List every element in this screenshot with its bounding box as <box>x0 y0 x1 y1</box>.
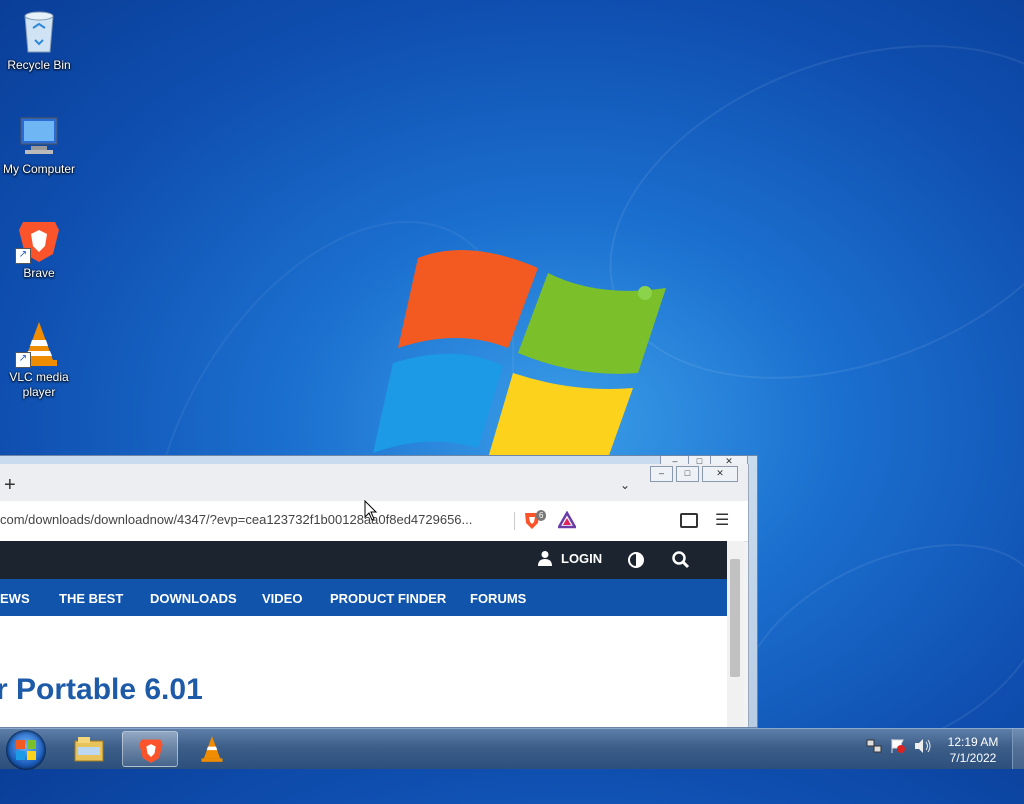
nav-item-the-best[interactable]: THE BEST <box>59 591 123 606</box>
vlc-icon <box>201 736 223 762</box>
volume-icon[interactable] <box>914 738 932 754</box>
desktop-icon-label: Recycle Bin <box>7 58 71 72</box>
taskbar-brave[interactable] <box>122 731 178 767</box>
search-icon[interactable] <box>672 551 690 569</box>
windows-logo <box>373 250 666 458</box>
login-link[interactable]: LOGIN <box>561 551 602 566</box>
nav-item-downloads[interactable]: DOWNLOADS <box>150 591 237 606</box>
menu-icon[interactable]: ☰ <box>715 510 729 530</box>
recycle-bin-icon <box>15 8 63 56</box>
start-button[interactable] <box>6 730 46 770</box>
network-icon[interactable] <box>866 738 882 754</box>
page-title: r Portable 6.01 <box>0 673 203 706</box>
wallet-icon[interactable] <box>680 513 698 528</box>
folder-icon <box>74 737 104 762</box>
desktop-icon-label: Brave <box>23 266 55 280</box>
show-desktop-button[interactable] <box>1012 729 1024 769</box>
browser-window[interactable]: – □ ✕ + ⌄ – □ ✕ com/downloads/downloadno… <box>0 455 758 728</box>
scrollbar[interactable] <box>727 541 744 727</box>
desktop-icon-recycle-bin[interactable]: Recycle Bin <box>1 8 77 73</box>
address-separator <box>514 512 515 530</box>
minimize-button[interactable]: – <box>650 466 673 482</box>
tab-search-chevron-icon[interactable]: ⌄ <box>620 478 630 492</box>
clock[interactable]: 12:19 AM 7/1/2022 <box>938 734 1008 766</box>
site-header: LOGIN <box>0 541 727 579</box>
desktop-icon-brave[interactable]: ↗ Brave <box>1 216 77 281</box>
page-body: r Portable 6.01 <box>0 616 727 727</box>
nav-item-forums[interactable]: FORUMS <box>470 591 526 606</box>
desktop-icon-label: VLC media player <box>9 370 69 399</box>
new-tab-button[interactable]: + <box>4 475 16 495</box>
windows-start-icon <box>16 740 36 760</box>
clock-date: 7/1/2022 <box>949 751 997 765</box>
site-nav: EWS THE BEST DOWNLOADS VIDEO PRODUCT FIN… <box>0 579 727 616</box>
shield-count-badge: 6 <box>536 510 547 521</box>
desktop-icon-vlc[interactable]: ↗ VLC media player <box>1 320 77 400</box>
maximize-button[interactable]: □ <box>676 466 699 482</box>
computer-icon <box>15 112 63 160</box>
scrollbar-thumb[interactable] <box>730 559 740 677</box>
address-bar[interactable]: com/downloads/downloadnow/4347/?evp=cea1… <box>0 512 472 527</box>
nav-item-news[interactable]: EWS <box>0 591 30 606</box>
shortcut-arrow-icon: ↗ <box>15 248 31 264</box>
contrast-toggle-icon[interactable] <box>628 552 644 568</box>
mouse-cursor-icon <box>364 500 378 521</box>
user-icon[interactable] <box>538 550 552 566</box>
close-button[interactable]: ✕ <box>702 466 738 482</box>
brave-icon: ↗ <box>15 216 63 264</box>
taskbar-vlc[interactable] <box>184 731 240 767</box>
action-center-flag-icon[interactable] <box>890 738 906 754</box>
clock-time: 12:19 AM <box>947 735 999 749</box>
shortcut-arrow-icon: ↗ <box>15 352 31 368</box>
tab-strip: + ⌄ – □ ✕ <box>0 464 748 501</box>
desktop-icon-label: My Computer <box>2 162 76 176</box>
brave-icon <box>139 739 163 763</box>
vlc-icon: ↗ <box>15 320 63 368</box>
nav-item-product-finder[interactable]: PRODUCT FINDER <box>330 591 446 606</box>
taskbar: 12:19 AM 7/1/2022 <box>0 728 1024 770</box>
brave-rewards-icon[interactable] <box>558 511 576 529</box>
desktop-icon-my-computer[interactable]: My Computer <box>1 112 77 177</box>
nav-item-video[interactable]: VIDEO <box>262 591 302 606</box>
taskbar-explorer[interactable] <box>61 731 117 767</box>
